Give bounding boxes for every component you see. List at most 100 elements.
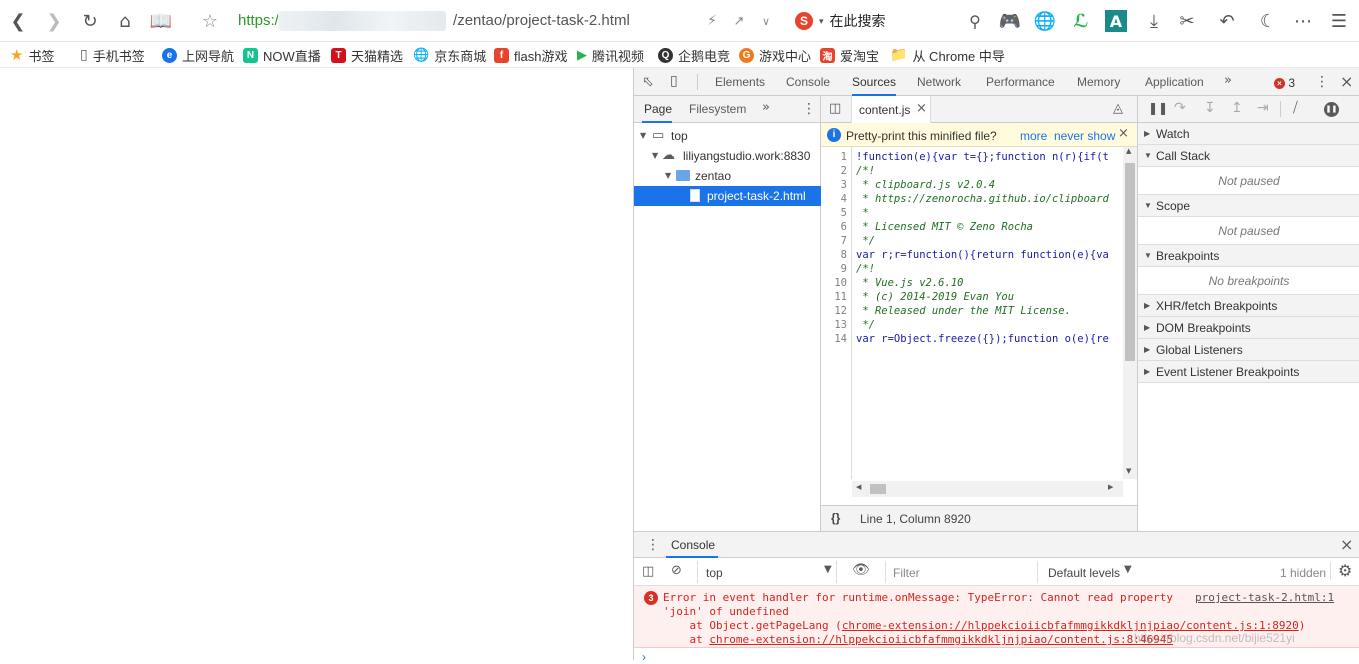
lightning-icon[interactable]: ⚡ (700, 9, 724, 33)
line-number[interactable]: 4 (821, 192, 847, 206)
pause-on-exceptions-icon[interactable]: ❚❚ (1324, 102, 1339, 117)
vertical-scrollbar[interactable]: ▲ ▼ (1123, 147, 1137, 479)
filter-input[interactable]: Filter (885, 561, 1038, 583)
scroll-thumb[interactable] (1125, 163, 1135, 361)
step-icon[interactable]: ⇥ (1257, 100, 1269, 116)
search-box[interactable]: S ▾ 在此搜索 (795, 9, 886, 33)
reload-icon[interactable]: ↻ (78, 9, 102, 33)
stack-link[interactable]: chrome-extension://hlppekcioiicbfafmmgik… (709, 633, 1173, 646)
step-over-icon[interactable]: ↷ (1174, 100, 1186, 116)
pause-icon[interactable]: ❚❚ (1148, 101, 1168, 115)
close-icon[interactable]: × (1118, 126, 1129, 141)
scroll-down-icon[interactable]: ▼ (1126, 467, 1131, 475)
line-number[interactable]: 10 (821, 276, 847, 290)
log-levels-select[interactable]: Default levels ▼ (1048, 561, 1138, 583)
undo-icon[interactable]: ↶ (1215, 9, 1239, 33)
tab-network[interactable]: Network (917, 68, 961, 96)
section-scope[interactable]: ▼ Scope (1138, 195, 1359, 217)
menu-icon[interactable]: ☰ (1327, 9, 1351, 33)
line-number[interactable]: 1 (821, 150, 847, 164)
line-number[interactable]: 5 (821, 206, 847, 220)
scroll-left-icon[interactable]: ◀ (856, 483, 861, 491)
line-number[interactable]: 2 (821, 164, 847, 178)
kebab-menu-icon[interactable]: ⋮ (802, 101, 816, 117)
drawer-tab-console[interactable]: Console (671, 538, 715, 552)
line-number[interactable]: 14 (821, 332, 847, 346)
address-bar[interactable]: https:///zentao/project-task-2.html ⚡ ↗ … (230, 8, 780, 34)
search-icon[interactable]: ⚲ (963, 9, 987, 33)
tree-item-top[interactable]: ▼ ▭ top (634, 126, 821, 146)
toggle-navigator-icon[interactable]: ◫ (829, 101, 841, 116)
tab-filesystem[interactable]: Filesystem (689, 102, 746, 116)
more-icon[interactable]: ⋯ (1291, 9, 1315, 33)
scroll-up-icon[interactable]: ▲ (1126, 147, 1131, 155)
bookmark-item[interactable]: f flash游戏 (494, 46, 567, 64)
back-icon[interactable]: ❮ (6, 9, 30, 33)
section-event-listener-breakpoints[interactable]: ▶ Event Listener Breakpoints (1138, 361, 1359, 383)
clear-console-icon[interactable]: ⊘ (671, 563, 682, 578)
step-out-icon[interactable]: ↥ (1231, 100, 1243, 116)
reading-mode-icon[interactable]: 📖 (149, 9, 173, 33)
line-number[interactable]: 7 (821, 234, 847, 248)
tab-application[interactable]: Application (1145, 68, 1204, 96)
bookmark-item[interactable]: e 上网导航 (162, 46, 234, 64)
bookmark-item[interactable]: T 天猫精选 (331, 46, 403, 64)
translate-a-icon[interactable]: A (1105, 10, 1127, 32)
line-number[interactable]: 13 (821, 318, 847, 332)
close-icon[interactable]: × (1340, 72, 1353, 91)
scroll-right-icon[interactable]: ▶ (1108, 483, 1113, 491)
bookmark-item[interactable]: ★ 书签 (10, 46, 54, 64)
file-tab[interactable]: content.js × (851, 96, 931, 123)
line-number[interactable]: 9 (821, 262, 847, 276)
tree-expand-icon[interactable]: ▼ (640, 126, 646, 146)
scroll-thumb[interactable] (870, 484, 886, 494)
chevron-down-icon[interactable]: ∨ (754, 9, 778, 33)
never-show-link[interactable]: never show (1054, 129, 1115, 143)
line-number[interactable]: 6 (821, 220, 847, 234)
line-number[interactable]: 3 (821, 178, 847, 192)
pretty-print-icon[interactable]: {} (831, 511, 840, 525)
bookmark-item[interactable]: G 游戏中心 (739, 46, 811, 64)
more-tabs-icon[interactable]: » (762, 100, 770, 115)
tab-sources[interactable]: Sources (852, 68, 897, 96)
console-prompt-icon[interactable]: › (642, 650, 646, 664)
bookmark-item[interactable]: 📁 从 Chrome 中导 (890, 46, 1005, 64)
more-tabs-icon[interactable]: » (1224, 73, 1232, 88)
home-icon[interactable]: ⌂ (113, 9, 137, 33)
section-breakpoints[interactable]: ▼ Breakpoints (1138, 245, 1359, 267)
tab-memory[interactable]: Memory (1077, 68, 1120, 96)
gamepad-icon[interactable]: 🎮 (998, 9, 1022, 33)
download-icon[interactable]: ⤓ (1142, 9, 1166, 33)
horizontal-scrollbar[interactable]: ◀ ▶ (852, 481, 1123, 497)
share-icon[interactable]: ↗ (727, 9, 751, 33)
line-number[interactable]: 11 (821, 290, 847, 304)
show-sidebar-icon[interactable]: ◫ (642, 564, 654, 579)
line-number[interactable]: 8 (821, 248, 847, 262)
eye-icon[interactable]: 👁 (852, 562, 870, 578)
deactivate-breakpoints-icon[interactable]: ⧸ (1293, 100, 1298, 116)
error-counter[interactable]: × 3 (1274, 76, 1295, 90)
tree-item-folder[interactable]: ▼ zentao (634, 166, 821, 186)
bookmark-item[interactable]: 淘爱淘宝 (820, 46, 879, 64)
device-toolbar-icon[interactable]: ▯ (670, 73, 678, 89)
line-number[interactable]: 12 (821, 304, 847, 318)
scissors-icon[interactable]: ✂ (1175, 9, 1199, 33)
tab-performance[interactable]: Performance (986, 68, 1055, 96)
tree-expand-icon[interactable]: ▼ (652, 146, 658, 166)
error-source-link[interactable]: project-task-2.html:1 (1195, 591, 1334, 604)
tab-page[interactable]: Page (644, 102, 672, 116)
step-into-icon[interactable]: ↧ (1204, 100, 1216, 116)
bookmark-item[interactable]: ▯ 手机书签 (80, 46, 145, 64)
section-watch[interactable]: ▶ Watch (1138, 123, 1359, 145)
section-xhr-breakpoints[interactable]: ▶ XHR/fetch Breakpoints (1138, 295, 1359, 317)
section-global-listeners[interactable]: ▶ Global Listeners (1138, 339, 1359, 361)
extension-green-icon[interactable]: ℒ (1069, 9, 1093, 33)
settings-gear-icon[interactable]: ⚙ (1338, 561, 1352, 580)
forward-icon[interactable]: ❯ (42, 9, 66, 33)
tree-expand-icon[interactable]: ▼ (665, 166, 671, 186)
section-call-stack[interactable]: ▼ Call Stack (1138, 145, 1359, 167)
section-dom-breakpoints[interactable]: ▶ DOM Breakpoints (1138, 317, 1359, 339)
kebab-menu-icon[interactable]: ⋮ (1315, 74, 1329, 90)
close-tab-icon[interactable]: × (916, 101, 927, 116)
code-area[interactable]: 1 2 3 4 5 6 7 8 9 10 11 12 13 14 !function(e){var t={… (821, 147, 1137, 479)
